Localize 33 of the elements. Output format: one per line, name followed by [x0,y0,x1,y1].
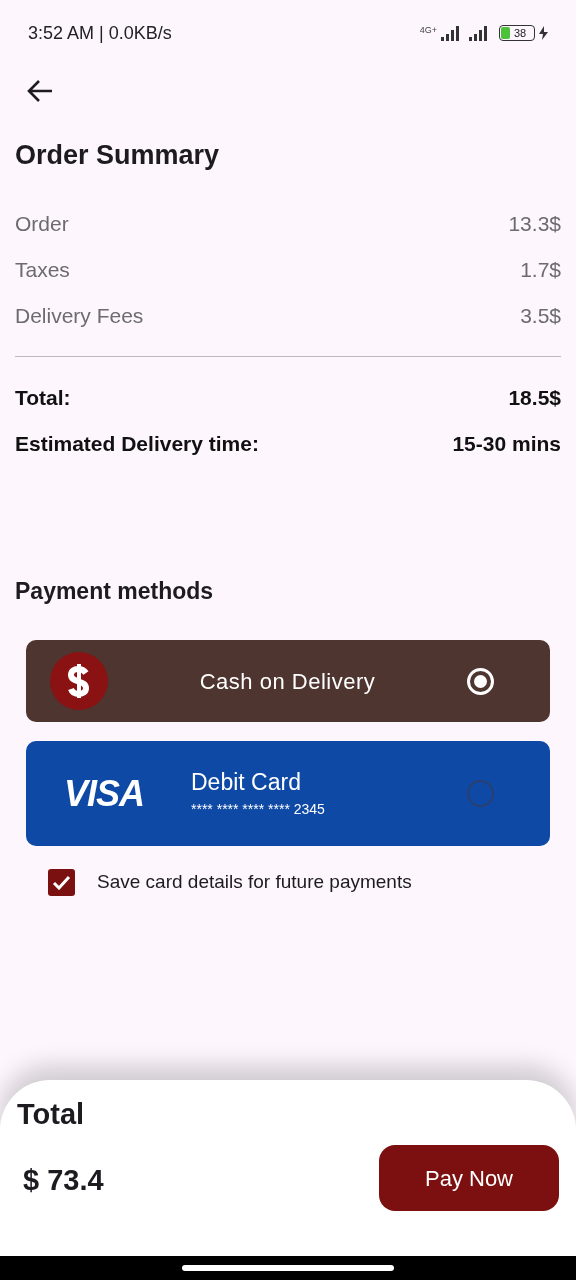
card-number: **** **** **** **** 2345 [191,802,326,816]
summary-label: Delivery Fees [15,303,144,328]
payment-option[interactable]: Cash on Delivery [26,640,550,722]
total-label: Total: [15,385,71,410]
signal-icon [441,25,459,41]
signal-icon [469,25,487,41]
summary-label: Taxes [15,257,70,282]
pay-now-button[interactable]: Pay Now [379,1145,559,1211]
network-type: 4G+ [419,26,437,35]
back-arrow-icon[interactable] [26,79,54,103]
checkmark-icon [52,874,71,890]
battery-fill [501,27,510,39]
summary-value: 1.7$ [520,257,561,282]
total-amount: $ 73.4 [23,1163,104,1199]
total-label: Estimated Delivery time: [15,431,259,456]
battery-level: 38 [513,27,527,39]
checkbox[interactable] [48,868,75,896]
radio-button[interactable] [467,780,494,807]
total-label: Total [17,1100,86,1129]
checkbox-label: Save card details for future payments [97,870,412,894]
section-title: Payment methods [14,580,215,603]
status-time: 3:52 AM | 0.0KB/s [28,21,172,45]
summary-value: 13.3$ [508,211,561,236]
summary-label: Order [15,211,69,236]
payment-label: Debit Card [191,771,302,794]
total-value: 18.5$ [508,385,561,410]
payment-label: Cash on Delivery [198,667,377,696]
total-value: 15-30 mins [452,431,561,456]
dollar-coin-icon [50,652,108,710]
card-logo: VISA [64,775,146,812]
payment-option[interactable]: VISA Debit Card **** **** **** **** 2345 [26,741,550,846]
summary-value: 3.5$ [520,303,561,328]
page-title: Order Summary [14,142,221,169]
